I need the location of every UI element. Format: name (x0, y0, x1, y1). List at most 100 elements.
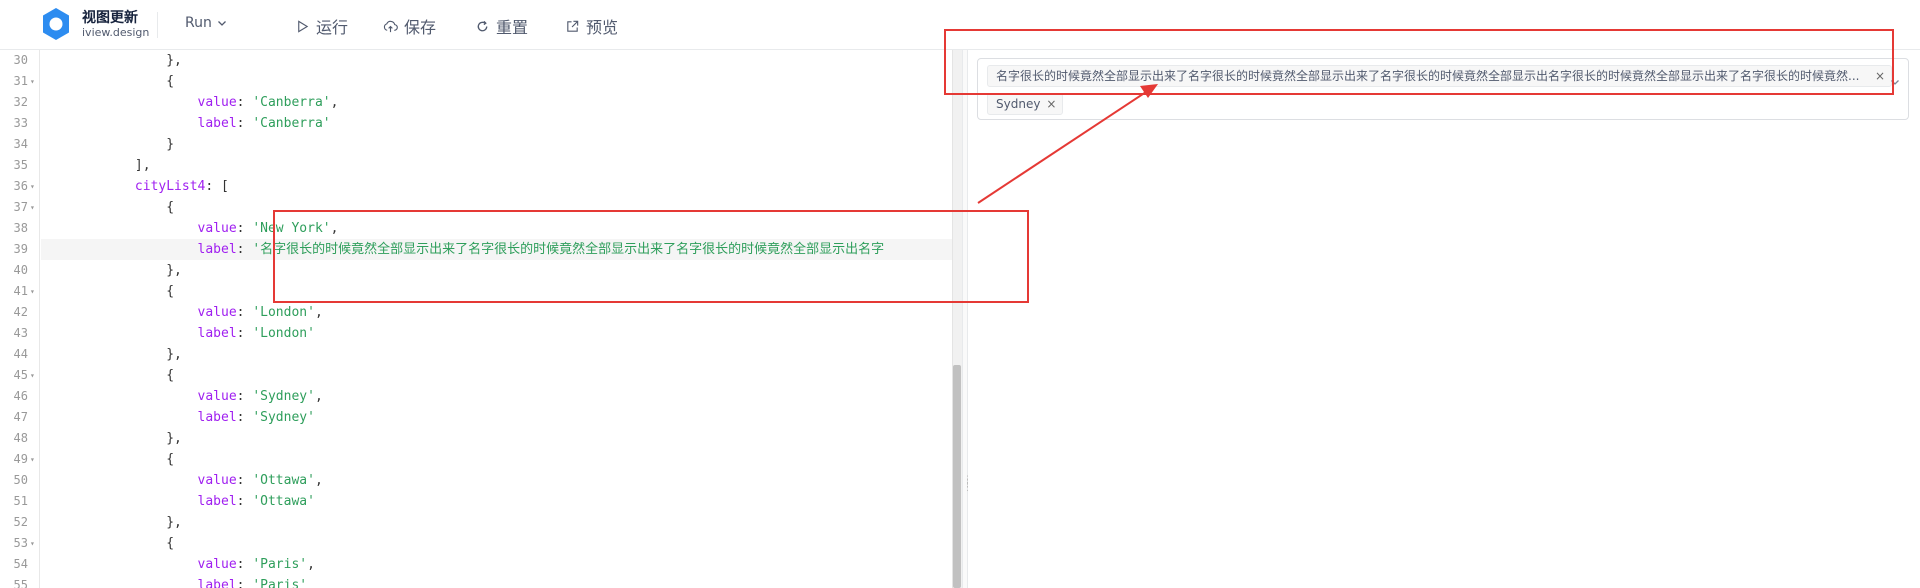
code-text: }, (41, 50, 952, 71)
line-number: 41 (13, 284, 28, 298)
code-line[interactable]: 37 ▾ { (0, 197, 952, 218)
preview-button[interactable]: 预览 (565, 14, 618, 38)
code-punct: : (236, 242, 253, 257)
cloud-upload-icon (383, 20, 398, 32)
splitter-grip-icon[interactable]: ⋮⋮⋮ (963, 476, 972, 508)
code-punct: }, (41, 431, 182, 446)
code-line[interactable]: 31 ▾ { (0, 71, 952, 92)
line-number: 40 (13, 263, 28, 277)
code-text: label: '名字很长的时候竟然全部显示出来了名字很长的时候竟然全部显示出来了… (41, 239, 952, 260)
code-line[interactable]: 33 label: 'Canberra' (0, 113, 952, 134)
line-number: 30 (13, 53, 28, 67)
code-line[interactable]: 32 value: 'Canberra', (0, 92, 952, 113)
run-dropdown[interactable]: Run (185, 15, 227, 31)
code-text: }, (41, 428, 952, 449)
tag-close-icon[interactable]: × (1046, 94, 1056, 114)
code-line[interactable]: 38 value: 'New York', (0, 218, 952, 239)
code-string: 'Canberra' (252, 95, 331, 110)
code-string: 'London' (252, 326, 315, 341)
code-line[interactable]: 45 ▾ { (0, 365, 952, 386)
code-line[interactable]: 36 ▾ cityList4: [ (0, 176, 952, 197)
code-line[interactable]: 42 value: 'London', (0, 302, 952, 323)
chevron-down-icon (1891, 80, 1899, 85)
line-number: 33 (13, 116, 28, 130)
code-line[interactable]: 51 label: 'Ottawa' (0, 491, 952, 512)
editor-scrollbar-thumb[interactable] (953, 365, 961, 588)
tag-close-icon[interactable]: × (1875, 66, 1885, 86)
reset-button-label: 重置 (496, 18, 529, 37)
code-string: 'Canberra' (252, 116, 331, 131)
save-button[interactable]: 保存 (383, 14, 436, 38)
code-line[interactable]: 55 label: 'Paris' (0, 575, 952, 588)
code-punct: , (330, 95, 339, 110)
code-punct: : (236, 116, 253, 131)
code-line[interactable]: 34 } (0, 134, 952, 155)
code-line[interactable]: 48 }, (0, 428, 952, 449)
code-punct: , (314, 389, 323, 404)
code-line[interactable]: 47 label: 'Sydney' (0, 407, 952, 428)
code-line[interactable]: 40 }, (0, 260, 952, 281)
code-keyword: label (41, 578, 237, 588)
fold-arrow-icon[interactable]: ▾ (30, 365, 35, 386)
code-text: value: 'Canberra', (41, 92, 952, 113)
code-text: label: 'Paris' (41, 575, 952, 588)
code-punct: { (41, 536, 175, 551)
code-line[interactable]: 46 value: 'Sydney', (0, 386, 952, 407)
fold-arrow-icon[interactable]: ▾ (30, 176, 35, 197)
run-button[interactable]: 运行 (295, 14, 348, 38)
code-string: 'Paris' (252, 578, 308, 588)
line-number: 34 (13, 137, 28, 151)
line-number: 48 (13, 431, 28, 445)
code-line[interactable]: 39 label: '名字很长的时候竟然全部显示出来了名字很长的时候竟然全部显示… (0, 239, 952, 260)
line-number: 32 (13, 95, 28, 109)
fold-arrow-icon[interactable]: ▾ (30, 71, 35, 92)
iview-logo-icon (43, 8, 69, 40)
line-number: 46 (13, 389, 28, 403)
fold-arrow-icon[interactable]: ▾ (30, 449, 35, 470)
code-keyword: label (41, 242, 237, 257)
code-keyword: value (41, 305, 237, 320)
reset-button[interactable]: 重置 (475, 14, 528, 38)
code-text: { (41, 533, 952, 554)
code-punct: , (307, 557, 315, 572)
code-punct: } (41, 137, 175, 152)
code-line[interactable]: 30 }, (0, 50, 952, 71)
code-punct: : (236, 578, 253, 588)
code-text: label: 'Ottawa' (41, 491, 952, 512)
fold-arrow-icon[interactable]: ▾ (30, 533, 35, 554)
code-line[interactable]: 54 value: 'Paris', (0, 554, 952, 575)
line-number: 31 (13, 74, 28, 88)
code-line[interactable]: 52 }, (0, 512, 952, 533)
code-punct: : (236, 389, 253, 404)
code-text: { (41, 449, 952, 470)
code-text: label: 'Sydney' (41, 407, 952, 428)
fold-arrow-icon[interactable]: ▾ (30, 281, 35, 302)
code-keyword: label (41, 116, 237, 131)
code-line[interactable]: 50 value: 'Ottawa', (0, 470, 952, 491)
code-line[interactable]: 44 }, (0, 344, 952, 365)
code-text: }, (41, 260, 952, 281)
run-dropdown-label: Run (185, 15, 212, 31)
code-text: }, (41, 512, 952, 533)
brand-title: 视图更新 (82, 10, 138, 26)
fold-arrow-icon[interactable]: ▾ (30, 197, 35, 218)
select-tag: 名字很长的时候竟然全部显示出来了名字很长的时候竟然全部显示出来了名字很长的时候竟… (987, 65, 1892, 87)
code-punct: : (236, 95, 253, 110)
line-number: 36 (13, 179, 28, 193)
code-punct: { (41, 368, 175, 383)
code-text: cityList4: [ (41, 176, 952, 197)
preview-pane (968, 50, 1920, 588)
code-line[interactable]: 35 ], (0, 155, 952, 176)
code-string: 'London' (252, 305, 315, 320)
code-editor[interactable]: 30 }, 31 ▾ {32 value: 'Canberra', 33 label:… (0, 50, 952, 588)
select-tag: Sydney × (987, 93, 1064, 115)
code-line[interactable]: 43 label: 'London' (0, 323, 952, 344)
external-link-icon (567, 20, 579, 32)
code-string: 'Sydney' (252, 389, 315, 404)
code-line[interactable]: 53 ▾ { (0, 533, 952, 554)
code-string: 'Sydney' (252, 410, 315, 425)
code-line[interactable]: 49 ▾ { (0, 449, 952, 470)
code-line[interactable]: 41 ▾ { (0, 281, 952, 302)
multi-select[interactable]: 名字很长的时候竟然全部显示出来了名字很长的时候竟然全部显示出来了名字很长的时候竟… (977, 58, 1909, 120)
line-number: 51 (13, 494, 28, 508)
